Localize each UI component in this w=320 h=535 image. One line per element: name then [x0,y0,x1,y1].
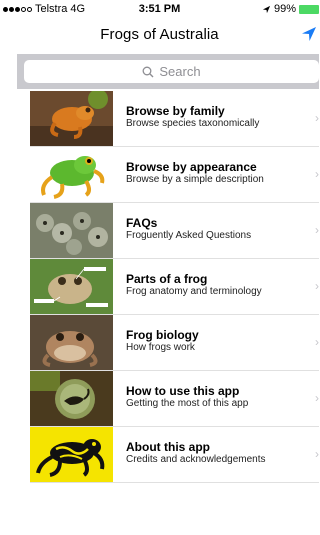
menu-item-subtitle: Frog anatomy and terminology [126,286,262,297]
menu-item-subtitle: Browse species taxonomically [126,118,260,129]
battery-icon [299,4,319,14]
annotated-frog-photo [30,259,113,314]
menu-item-title: FAQs [126,216,158,230]
menu-item-subtitle: Froguently Asked Questions [126,230,252,241]
menu-item-subtitle: Browse by a simple description [126,174,264,185]
menu-item-subtitle: How frogs work [126,342,195,353]
battery-info: 99% [262,3,319,15]
status-bar: Telstra 4G 3:51 PM 99% [0,0,319,20]
search-placeholder: Search [159,64,201,79]
menu-item-frog-biology[interactable]: Frog biology How frogs work › [30,315,319,371]
search-bar: Search [17,54,319,89]
menu-item-title: About this app [126,440,210,454]
menu-item-title: Browse by family [126,104,225,118]
menu-item-title: Frog biology [126,328,199,342]
battery-percent: 99% [273,3,296,15]
page-title: Frogs of Australia [100,26,219,43]
menu-item-browse-by-family[interactable]: Browse by family Browse species taxonomi… [30,91,319,147]
menu-item-title: How to use this app [126,384,240,398]
search-input[interactable]: Search [24,60,319,83]
search-icon [142,66,154,77]
navigation-bar: Frogs of Australia [0,20,319,52]
menu-item-title: Parts of a frog [126,272,208,286]
location-services-icon [262,5,271,13]
yellow-black-frog-logo [30,427,113,482]
chevron-right-icon: › [315,167,319,181]
orange-frog-photo [30,91,113,146]
menu-item-subtitle: Getting the most of this app [126,398,249,409]
chevron-right-icon: › [315,111,319,125]
menu-item-subtitle: Credits and acknowledgements [126,454,266,465]
tadpole-in-egg-photo [30,371,113,426]
menu-item-parts-of-a-frog[interactable]: Parts of a frog Frog anatomy and termino… [30,259,319,315]
chevron-right-icon: › [315,279,319,293]
menu-list: Browse by family Browse species taxonomi… [30,91,319,483]
menu-item-how-to-use-this-app[interactable]: How to use this app Getting the most of … [30,371,319,427]
brown-frog-photo [30,315,113,370]
chevron-right-icon: › [315,447,319,461]
chevron-right-icon: › [315,223,319,237]
menu-item-faqs[interactable]: FAQs Froguently Asked Questions › [30,203,319,259]
menu-item-title: Browse by appearance [126,160,257,174]
menu-item-about-this-app[interactable]: About this app Credits and acknowledgeme… [30,427,319,483]
location-arrow-icon[interactable] [301,26,317,42]
frog-eggs-photo [30,203,113,258]
menu-item-browse-by-appearance[interactable]: Browse by appearance Browse by a simple … [30,147,319,203]
chevron-right-icon: › [315,335,319,349]
green-tree-frog-illustration [30,147,113,202]
chevron-right-icon: › [315,391,319,405]
